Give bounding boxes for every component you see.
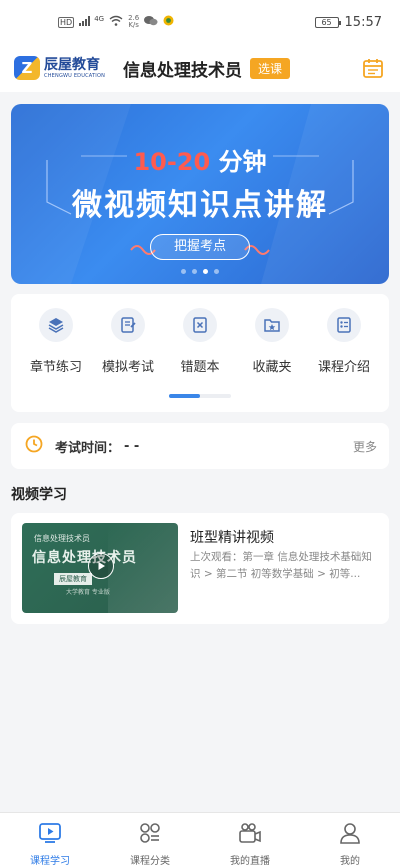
menu-page-indicator-fill bbox=[169, 394, 200, 398]
battery-icon: 65 bbox=[314, 16, 341, 28]
video-title: 班型精讲视频 bbox=[190, 530, 274, 546]
menu-label: 模拟考试 bbox=[101, 360, 154, 375]
banner-duration-unit: 分钟 bbox=[218, 148, 267, 176]
logo-name: 辰屋教育 bbox=[44, 56, 100, 73]
brand-logo: Z 辰屋教育 CHENGWU EDUCATION bbox=[14, 56, 105, 80]
menu-label: 错题本 bbox=[180, 360, 220, 375]
banner-cta-button[interactable]: 把握考点 bbox=[150, 234, 250, 260]
wrong-book-icon bbox=[183, 308, 217, 342]
wifi-icon bbox=[109, 15, 123, 29]
banner-dot[interactable] bbox=[181, 269, 186, 274]
tab-course-study[interactable]: 课程学习 bbox=[0, 813, 100, 867]
menu-course-intro[interactable]: 课程介绍 bbox=[309, 308, 379, 375]
menu-page-indicator bbox=[169, 394, 231, 398]
page-title: 信息处理技术员 bbox=[123, 60, 243, 81]
status-right: 65 15:57 bbox=[314, 14, 382, 30]
app-notification-icon bbox=[163, 15, 174, 29]
wechat-icon bbox=[144, 15, 158, 29]
banner-duration: 10-20 bbox=[133, 148, 211, 176]
layers-icon bbox=[39, 308, 73, 342]
clock-icon bbox=[25, 435, 43, 457]
status-indicators: HD 4G 2.6 K/s bbox=[58, 15, 174, 29]
network-type: 4G bbox=[94, 15, 105, 23]
hd-badge: HD bbox=[58, 16, 75, 28]
banner-dot[interactable] bbox=[192, 269, 197, 274]
thumbnail-caption: 信息处理技术员 bbox=[34, 534, 90, 543]
exam-time-card[interactable]: 考试时间： - - 更多 bbox=[11, 423, 389, 469]
exam-time-label: 考试时间： bbox=[55, 440, 121, 456]
app-header: Z 辰屋教育 CHENGWU EDUCATION 信息处理技术员 选课 bbox=[0, 44, 400, 92]
more-link[interactable]: 更多 bbox=[353, 438, 377, 455]
thumbnail-title: 信息处理技术员 bbox=[32, 550, 137, 566]
video-section-title: 视频学习 bbox=[11, 487, 67, 503]
play-icon[interactable] bbox=[88, 553, 114, 579]
tab-label: 我的 bbox=[340, 856, 360, 867]
feature-menu: 章节练习 模拟考试 错题本 收藏夹 课程介绍 bbox=[11, 294, 389, 412]
logo-mark-icon: Z bbox=[14, 56, 40, 80]
banner-dot-active[interactable] bbox=[203, 269, 208, 274]
profile-icon bbox=[338, 822, 362, 848]
calendar-icon[interactable] bbox=[362, 57, 384, 79]
clock: 15:57 bbox=[344, 14, 382, 30]
promo-banner[interactable]: 10-20 分钟 微视频知识点讲解 把握考点 bbox=[11, 104, 389, 284]
select-course-button[interactable]: 选课 bbox=[250, 57, 291, 79]
live-camera-icon bbox=[238, 822, 262, 848]
tab-profile[interactable]: 我的 bbox=[300, 813, 400, 867]
status-bar: HD 4G 2.6 K/s 65 15:57 bbox=[0, 0, 400, 44]
tab-label: 课程学习 bbox=[30, 856, 70, 867]
banner-dot[interactable] bbox=[214, 269, 219, 274]
signal-icon bbox=[79, 15, 93, 29]
video-course-card[interactable]: 信息处理技术员 信息处理技术员 辰屋教育 大学教育 专业版 班型精讲视频 上次观… bbox=[11, 513, 389, 624]
menu-label: 章节练习 bbox=[29, 360, 82, 375]
video-thumbnail[interactable]: 信息处理技术员 信息处理技术员 辰屋教育 大学教育 专业版 bbox=[22, 523, 178, 613]
menu-chapter-practice[interactable]: 章节练习 bbox=[21, 308, 91, 375]
play-video-icon bbox=[38, 822, 62, 848]
speed-unit: K/s bbox=[128, 21, 139, 29]
tab-label: 我的直播 bbox=[230, 856, 270, 867]
menu-wrong-answers[interactable]: 错题本 bbox=[165, 308, 235, 375]
banner-headline: 10-20 分钟 bbox=[11, 142, 389, 177]
thumbnail-footer: 大学教育 专业版 bbox=[66, 589, 110, 596]
thumbnail-badge: 辰屋教育 bbox=[54, 573, 92, 585]
logo-subtitle: CHENGWU EDUCATION bbox=[44, 72, 106, 79]
bottom-tab-bar: 课程学习 课程分类 我的直播 我的 bbox=[0, 812, 400, 867]
thumbnail-decoration bbox=[108, 523, 178, 613]
exam-time-value: - - bbox=[124, 438, 140, 454]
menu-mock-exam[interactable]: 模拟考试 bbox=[93, 308, 163, 375]
star-folder-icon bbox=[255, 308, 289, 342]
menu-label: 课程介绍 bbox=[317, 360, 370, 375]
tab-my-live[interactable]: 我的直播 bbox=[200, 813, 300, 867]
logo-text: 辰屋教育 CHENGWU EDUCATION bbox=[44, 56, 106, 79]
video-last-watched: 上次观看：第一章 信息处理技术基础知识 > 第二节 初等数学基础 > 初等... bbox=[190, 551, 372, 580]
banner-subheadline: 微视频知识点讲解 bbox=[72, 188, 328, 223]
tab-course-category[interactable]: 课程分类 bbox=[100, 813, 200, 867]
menu-label: 收藏夹 bbox=[252, 360, 292, 375]
category-grid-icon bbox=[138, 822, 162, 848]
menu-favorites[interactable]: 收藏夹 bbox=[237, 308, 307, 375]
banner-pagination bbox=[11, 269, 389, 274]
feature-grid: 章节练习 模拟考试 错题本 收藏夹 课程介绍 bbox=[11, 294, 389, 375]
tab-label: 课程分类 bbox=[130, 856, 170, 867]
exam-paper-icon bbox=[111, 308, 145, 342]
course-info-icon bbox=[327, 308, 361, 342]
network-speed: 2.6 K/s bbox=[128, 15, 139, 29]
